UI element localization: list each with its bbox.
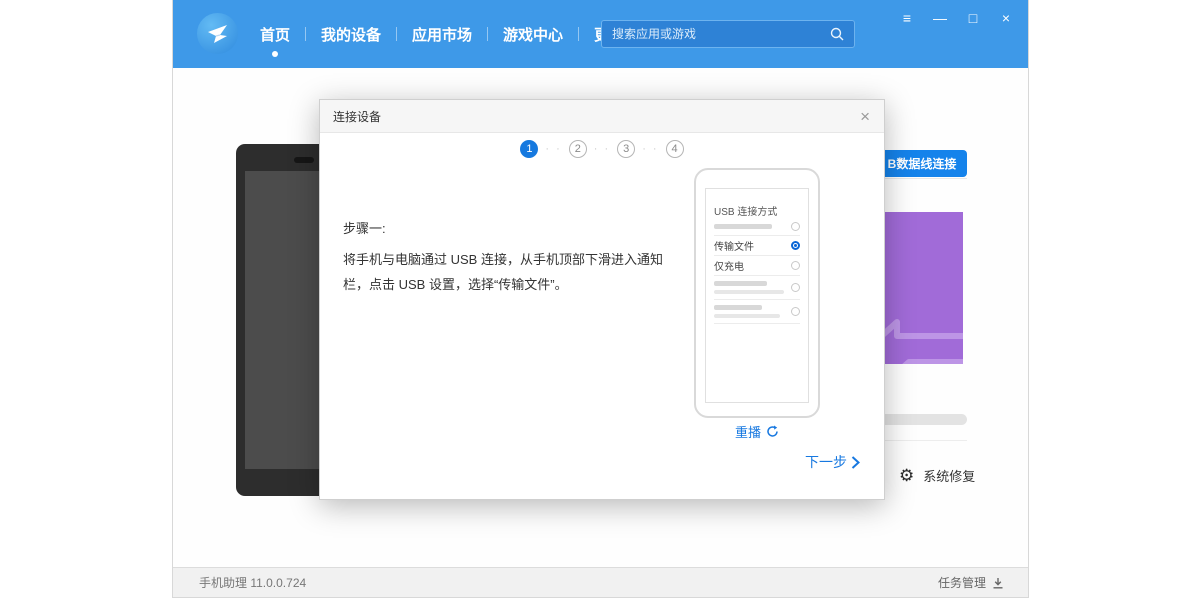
placeholder-bar	[714, 281, 767, 286]
step-heading: 步骤一:	[343, 218, 386, 237]
step-separator: · ·	[545, 143, 561, 155]
gear-icon: ⚙	[899, 467, 914, 484]
download-icon	[992, 577, 1004, 589]
chevron-right-icon	[851, 456, 860, 469]
replay-button[interactable]: 重播	[694, 422, 820, 441]
refresh-icon	[766, 425, 779, 438]
menu-icon[interactable]: ≡	[897, 8, 917, 28]
step-2: 2	[569, 140, 587, 158]
radio-unselected-icon	[791, 261, 800, 270]
usb-option-row	[714, 300, 800, 324]
search-input[interactable]	[602, 27, 830, 41]
radio-unselected-icon	[791, 222, 800, 231]
usb-panel-title: USB 连接方式	[714, 203, 800, 218]
app-logo-icon[interactable]	[197, 13, 238, 54]
step-1: 1	[520, 140, 538, 158]
step-separator: · ·	[642, 143, 658, 155]
header-bar: 首页 我的设备 应用市场 游戏中心 更多服务 ≡ —	[173, 0, 1028, 68]
app-window: 首页 我的设备 应用市场 游戏中心 更多服务 ≡ —	[172, 0, 1029, 598]
window-controls: ≡ — □ ×	[897, 8, 1016, 28]
radio-unselected-icon	[791, 283, 800, 292]
nav-home[interactable]: 首页	[245, 24, 305, 45]
nav-home-label: 首页	[260, 27, 290, 44]
system-repair-label: 系统修复	[923, 466, 975, 485]
app-version-label: 手机助理 11.0.0.724	[199, 574, 306, 591]
close-window-icon[interactable]: ×	[996, 8, 1016, 28]
paper-plane-icon	[206, 22, 230, 46]
minimize-icon[interactable]: —	[930, 8, 950, 28]
usb-cable-connect-button[interactable]: B数据线连接	[877, 150, 967, 177]
search-box[interactable]	[601, 20, 855, 48]
active-nav-dot	[272, 51, 278, 57]
phone-speaker	[294, 157, 314, 163]
placeholder-bar	[714, 314, 780, 318]
transfer-files-label: 传输文件	[714, 238, 754, 253]
task-manager-label: 任务管理	[938, 574, 986, 591]
replay-label: 重播	[735, 422, 761, 441]
next-step-label: 下一步	[805, 452, 847, 472]
placeholder-bar	[714, 305, 762, 310]
task-manager-button[interactable]: 任务管理	[938, 574, 1004, 591]
status-bar: 手机助理 11.0.0.724 任务管理	[173, 567, 1028, 597]
tutorial-phone-illustration: USB 连接方式 传输文件 仅充电	[694, 168, 820, 418]
nav-my-device[interactable]: 我的设备	[306, 24, 396, 45]
usb-option-row	[714, 276, 800, 300]
nav-app-market[interactable]: 应用市场	[397, 24, 487, 45]
step-separator: · ·	[594, 143, 610, 155]
usb-option-charge-only: 仅充电	[714, 256, 800, 276]
dialog-titlebar: 连接设备 ×	[320, 100, 884, 133]
nav-game-center[interactable]: 游戏中心	[488, 24, 578, 45]
placeholder-bar	[714, 224, 772, 229]
placeholder-bar	[714, 290, 784, 294]
connect-device-dialog: 连接设备 × 1 · · 2 · · 3 · · 4 步骤一: 将手机与电脑通过…	[319, 99, 885, 500]
dialog-title: 连接设备	[333, 108, 381, 125]
step-3: 3	[617, 140, 635, 158]
search-icon[interactable]	[830, 27, 844, 41]
system-repair-button[interactable]: ⚙ 系统修复	[899, 466, 975, 485]
next-step-button[interactable]: 下一步	[805, 452, 860, 472]
step-4: 4	[666, 140, 684, 158]
usb-option-row	[714, 218, 800, 236]
step-indicator: 1 · · 2 · · 3 · · 4	[320, 140, 884, 158]
usb-option-transfer-files: 传输文件	[714, 236, 800, 256]
radio-unselected-icon	[791, 307, 800, 316]
maximize-icon[interactable]: □	[963, 8, 983, 28]
charge-only-label: 仅充电	[714, 258, 744, 273]
radio-selected-icon	[791, 241, 800, 250]
dialog-close-icon[interactable]: ×	[860, 108, 870, 125]
usb-options-panel: USB 连接方式 传输文件 仅充电	[705, 188, 809, 403]
instruction-text: 将手机与电脑通过 USB 连接，从手机顶部下滑进入通知栏，点击 USB 设置，选…	[343, 247, 679, 297]
